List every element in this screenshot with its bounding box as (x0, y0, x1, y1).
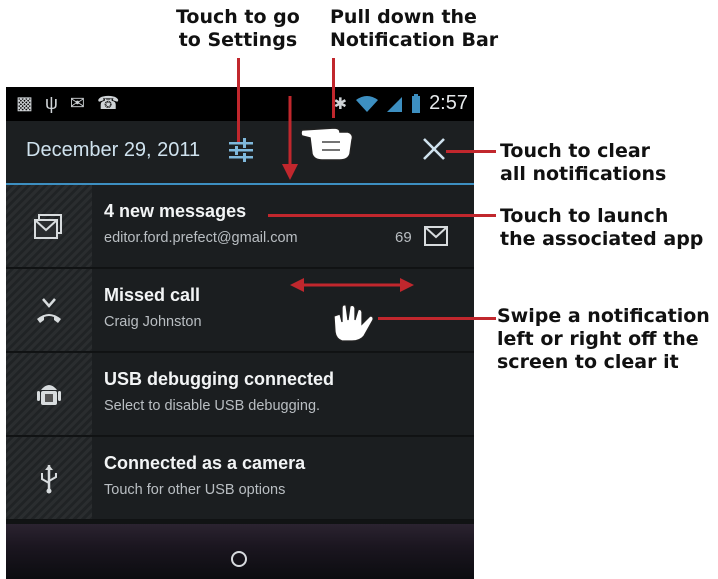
callout-line-clear (446, 150, 496, 153)
message-count: 69 (395, 229, 412, 246)
notification-subtitle: editor.ford.prefect@gmail.com (104, 230, 298, 246)
swipe-hand-icon (333, 304, 374, 342)
notification-icon-box (6, 269, 92, 351)
notification-item[interactable]: Connected as a camera Touch for other US… (6, 437, 474, 520)
callout-line: the associated app (500, 228, 704, 250)
notification-icon-box (6, 353, 92, 435)
clear-all-icon[interactable] (421, 136, 447, 162)
notification-title: USB debugging connected (104, 369, 335, 389)
callout-clear: Touch to clear all notifications (500, 140, 666, 186)
callout-line: screen to clear it (497, 351, 679, 373)
missed-call-icon (37, 298, 61, 323)
usb-icon (41, 465, 57, 494)
gmail-stack-icon (34, 214, 62, 239)
gmail-icon: ✉ (69, 93, 85, 113)
date-label: December 29, 2011 (26, 139, 201, 161)
callout-line: to Settings (178, 29, 298, 51)
notification-header: December 29, 2011 (6, 121, 474, 183)
android-debug-icon: ▩ (16, 93, 34, 113)
callout-line: Touch to clear (500, 140, 651, 162)
status-bar[interactable]: ▩ ψ ✉ ☎ ✱ 2:57 (6, 87, 474, 121)
clock: 2:57 (429, 92, 468, 114)
swipe-arrow (290, 278, 414, 292)
callout-line: Touch to go (176, 6, 300, 28)
notification-item[interactable]: USB debugging connected Select to disabl… (6, 353, 474, 436)
notification-icon-box (6, 437, 92, 519)
quick-settings-icon[interactable] (228, 137, 254, 163)
callout-line: Notification Bar (330, 29, 499, 51)
missed-call-icon: ☎ (96, 93, 120, 113)
callout-line-swipe (378, 317, 496, 320)
battery-icon (412, 93, 421, 113)
gmail-icon (424, 226, 448, 246)
notification-item[interactable]: 4 new messages editor.ford.prefect@gmail… (6, 185, 474, 268)
callout-line: Swipe a notification (497, 305, 710, 327)
usb-icon: ψ (45, 93, 58, 113)
status-icons-left: ▩ ψ ✉ ☎ (16, 93, 119, 114)
signal-icon (387, 96, 403, 112)
navigation-bar (6, 524, 474, 579)
notification-title: 4 new messages (104, 201, 247, 221)
phone-screen: ▩ ψ ✉ ☎ ✱ 2:57 December 29, 2011 4 new m… (6, 87, 474, 579)
callout-line-launch (268, 214, 496, 217)
notification-icon-box (6, 185, 92, 267)
android-debug-icon (37, 385, 61, 405)
wifi-icon (356, 95, 379, 112)
callout-line-pull (332, 58, 335, 118)
notification-title: Missed call (104, 285, 201, 305)
home-button-icon[interactable] (231, 551, 247, 567)
callout-line: all notifications (500, 163, 667, 185)
bluetooth-icon: ✱ (333, 95, 348, 113)
notification-title: Connected as a camera (104, 453, 306, 473)
callout-line: Pull down the (330, 6, 477, 28)
callout-pull: Pull down the Notification Bar (330, 6, 498, 52)
pointing-hand-icon (300, 127, 354, 161)
callout-settings: Touch to go to Settings (176, 6, 300, 52)
callout-swipe: Swipe a notification left or right off t… (497, 305, 710, 374)
callout-line: Touch to launch (500, 205, 669, 227)
notification-subtitle: Select to disable USB debugging. (104, 398, 321, 414)
pull-down-arrow (282, 96, 298, 180)
callout-launch: Touch to launch the associated app (500, 205, 703, 251)
callout-line-settings (237, 58, 240, 142)
notification-subtitle: Touch for other USB options (104, 482, 286, 498)
notification-subtitle: Craig Johnston (104, 314, 202, 330)
callout-line: left or right off the (497, 328, 699, 350)
